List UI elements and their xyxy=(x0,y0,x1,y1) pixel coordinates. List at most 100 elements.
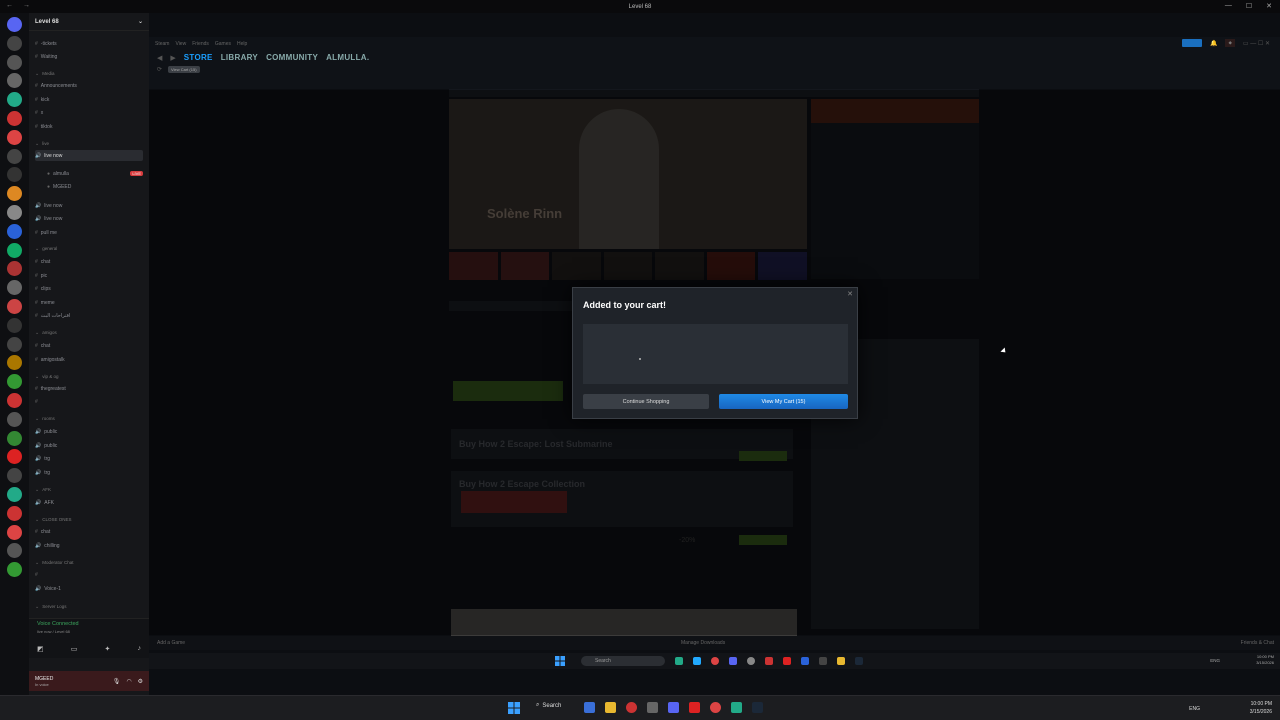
text-channel[interactable]: # clips xyxy=(35,283,143,294)
folder-icon[interactable] xyxy=(605,702,616,713)
server-icon[interactable] xyxy=(7,167,22,183)
account-menu[interactable]: ◆ xyxy=(1225,39,1235,47)
discord-icon[interactable] xyxy=(729,657,737,665)
voice-channel[interactable]: 🔊 public xyxy=(35,426,143,437)
text-channel[interactable]: # chat xyxy=(35,526,143,537)
app-icon[interactable] xyxy=(689,702,700,713)
text-channel[interactable]: # chat xyxy=(35,340,143,351)
app-icon[interactable] xyxy=(765,657,773,665)
chrome-icon[interactable] xyxy=(711,657,719,665)
app-icon[interactable] xyxy=(731,702,742,713)
menu-steam[interactable]: Steam xyxy=(155,41,169,47)
app-icon[interactable] xyxy=(626,702,637,713)
tab-community[interactable]: COMMUNITY xyxy=(266,53,318,62)
screen-share-icon[interactable]: ▭ xyxy=(71,645,78,653)
channel-category[interactable]: ⌄ AFK xyxy=(35,484,143,495)
server-icon[interactable] xyxy=(7,430,22,446)
server-icon[interactable] xyxy=(7,186,22,202)
discord-icon[interactable] xyxy=(668,702,679,713)
server-icon[interactable] xyxy=(7,543,22,559)
server-icon[interactable] xyxy=(7,223,22,239)
app-icon[interactable] xyxy=(747,657,755,665)
server-header[interactable]: Level 68 ⌄ xyxy=(29,13,149,31)
app-icon[interactable] xyxy=(693,657,701,665)
server-icon[interactable] xyxy=(7,374,22,390)
channel-category[interactable]: ⌄ rooms xyxy=(35,413,143,424)
minimize-icon[interactable]: — xyxy=(1225,2,1232,10)
announcements-button[interactable] xyxy=(1181,39,1202,47)
close-icon[interactable]: ✕ xyxy=(847,290,853,298)
manage-downloads-button[interactable]: Manage Downloads xyxy=(681,640,725,646)
text-channel[interactable]: # meme xyxy=(35,297,143,308)
server-icon[interactable] xyxy=(7,111,22,126)
text-channel[interactable]: # Waiting xyxy=(35,51,143,62)
friends-chat-button[interactable]: Friends & Chat xyxy=(1241,640,1274,646)
folder-icon[interactable] xyxy=(837,657,845,665)
add-game-button[interactable]: Add a Game xyxy=(157,640,185,646)
text-channel[interactable]: # kick xyxy=(35,94,143,105)
server-icon[interactable] xyxy=(7,35,22,51)
language-indicator[interactable]: ENG xyxy=(1210,658,1220,663)
menu-games[interactable]: Games xyxy=(215,41,231,47)
reload-icon[interactable]: ⟳ xyxy=(157,66,162,73)
channel-category[interactable]: ⌄ amigos xyxy=(35,327,143,338)
windows-start-icon[interactable] xyxy=(555,656,565,666)
channel-category[interactable]: ⌄ CLOSE ONES xyxy=(35,514,143,525)
text-channel[interactable]: # x xyxy=(35,107,143,118)
server-icon[interactable] xyxy=(7,317,22,333)
channel-category[interactable]: ⌄ Media xyxy=(35,68,143,79)
forward-arrow-icon[interactable]: ▶ xyxy=(170,54,175,62)
text-channel[interactable]: # thegreatest xyxy=(35,383,143,394)
camera-icon[interactable]: ◩ xyxy=(37,645,44,653)
text-channel[interactable]: # pic xyxy=(35,270,143,281)
server-icon[interactable] xyxy=(7,261,22,277)
steam-icon[interactable] xyxy=(752,702,763,713)
server-icon[interactable] xyxy=(7,336,22,352)
app-icon[interactable] xyxy=(819,657,827,665)
server-icon[interactable] xyxy=(7,355,22,371)
menu-friends[interactable]: Friends xyxy=(192,41,209,47)
channel-category[interactable]: ⌄ live xyxy=(35,138,143,149)
close-icon[interactable]: ✕ xyxy=(1266,2,1272,10)
taskbar-search[interactable]: Search xyxy=(581,656,665,666)
server-icon[interactable] xyxy=(7,393,22,408)
server-icon[interactable] xyxy=(7,449,22,465)
windows-start-icon[interactable] xyxy=(508,702,520,714)
app-icon[interactable] xyxy=(675,657,683,665)
text-channel[interactable]: # tiktok xyxy=(35,121,143,132)
tab-library[interactable]: LIBRARY xyxy=(221,53,258,62)
voice-channel[interactable]: 🔊 public xyxy=(35,440,143,451)
soundboard-icon[interactable]: ♪ xyxy=(138,645,142,653)
server-icon[interactable] xyxy=(7,92,22,108)
chrome-icon[interactable] xyxy=(710,702,721,713)
channel-category[interactable]: ⌄ Moderator Chat xyxy=(35,557,143,568)
voice-channel[interactable]: 🔊 trg xyxy=(35,453,143,464)
steam-icon[interactable] xyxy=(855,657,863,665)
app-icon[interactable] xyxy=(584,702,595,713)
app-icon[interactable] xyxy=(801,657,809,665)
server-icon[interactable] xyxy=(7,242,22,258)
voice-member[interactable]: ● almulla LIVE xyxy=(47,168,143,179)
server-icon[interactable] xyxy=(7,129,22,145)
window-controls-icons[interactable]: ▭ — ☐ ✕ xyxy=(1243,40,1270,47)
taskbar-search[interactable]: ⌕ Search xyxy=(536,702,561,709)
maximize-icon[interactable]: ☐ xyxy=(1246,2,1252,10)
server-icon[interactable] xyxy=(7,524,22,540)
back-arrow-icon[interactable]: ◀ xyxy=(157,54,162,62)
voice-channel[interactable]: 🔊 AFK xyxy=(35,497,143,508)
server-icon[interactable] xyxy=(7,280,22,296)
voice-channel[interactable]: 🔊 chilling xyxy=(35,540,143,551)
channel-category[interactable]: ⌄ general xyxy=(35,243,143,254)
tab-profile[interactable]: ALMULLA. xyxy=(326,53,369,62)
discord-home-icon[interactable] xyxy=(7,17,22,32)
server-icon[interactable] xyxy=(7,411,22,427)
bell-icon[interactable]: 🔔 xyxy=(1210,40,1217,47)
text-channel[interactable]: # xyxy=(35,569,143,580)
voice-channel[interactable]: 🔊 live now xyxy=(35,150,143,161)
headphones-icon[interactable]: ◠ xyxy=(126,678,131,685)
voice-channel[interactable]: 🔊 Voice-1 xyxy=(35,583,143,594)
app-icon[interactable] xyxy=(647,702,658,713)
text-channel[interactable]: # Announcements xyxy=(35,80,143,91)
server-icon[interactable] xyxy=(7,562,22,578)
server-icon[interactable] xyxy=(7,148,22,164)
